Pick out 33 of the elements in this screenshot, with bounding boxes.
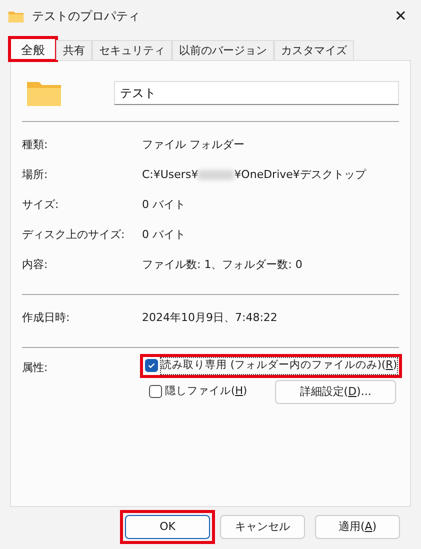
advanced-button[interactable]: 詳細設定(D)... — [275, 380, 396, 404]
field-value: C:¥Users¥ ¥OneDrive¥デスクトップ — [142, 166, 366, 183]
window-title: テストのプロパティ — [32, 8, 140, 25]
tab[interactable]: 全般 — [10, 38, 56, 60]
name-field[interactable]: テスト — [114, 81, 399, 105]
field-label: 種類: — [22, 136, 49, 153]
checkbox-square[interactable] — [149, 385, 162, 398]
field-label: ディスク上のサイズ: — [22, 226, 126, 243]
field-label: 内容: — [22, 256, 49, 273]
field-value: 0 バイト — [142, 226, 186, 243]
tab[interactable]: カスタマイズ — [274, 40, 354, 60]
checkbox-label[interactable]: 読み取り専用 (フォルダー内のファイルのみ)(R) — [161, 358, 398, 374]
dialog-button[interactable]: 適用(A) — [315, 515, 400, 539]
checkbox-square[interactable] — [145, 359, 158, 372]
dialog-button[interactable]: キャンセル — [220, 515, 305, 539]
field-value: 2024年10月9日、7:48:22 — [142, 310, 278, 326]
checkbox[interactable]: 隠しファイル(H) — [146, 382, 250, 402]
field-value: 0 バイト — [142, 196, 186, 213]
field-value: ファイル フォルダー — [142, 136, 244, 153]
tab[interactable]: 以前のバージョン — [172, 40, 274, 60]
checkbox[interactable]: 読み取り専用 (フォルダー内のファイルのみ)(R) — [142, 356, 400, 376]
field-label: サイズ: — [22, 196, 60, 213]
tab[interactable]: 共有 — [56, 40, 92, 60]
field-label: 場所: — [22, 166, 49, 183]
field-label: 属性: — [22, 360, 49, 376]
folder-icon — [8, 10, 24, 22]
field-value: ファイル数: 1、フォルダー数: 0 — [142, 256, 302, 273]
dialog-button[interactable]: OK — [125, 515, 210, 539]
close-button[interactable]: ✕ — [388, 4, 413, 28]
checkbox-label[interactable]: 隠しファイル(H) — [165, 384, 248, 400]
field-label: 作成日時: — [22, 310, 71, 326]
folder-icon — [26, 79, 62, 107]
tab[interactable]: セキュリティ — [92, 40, 172, 60]
